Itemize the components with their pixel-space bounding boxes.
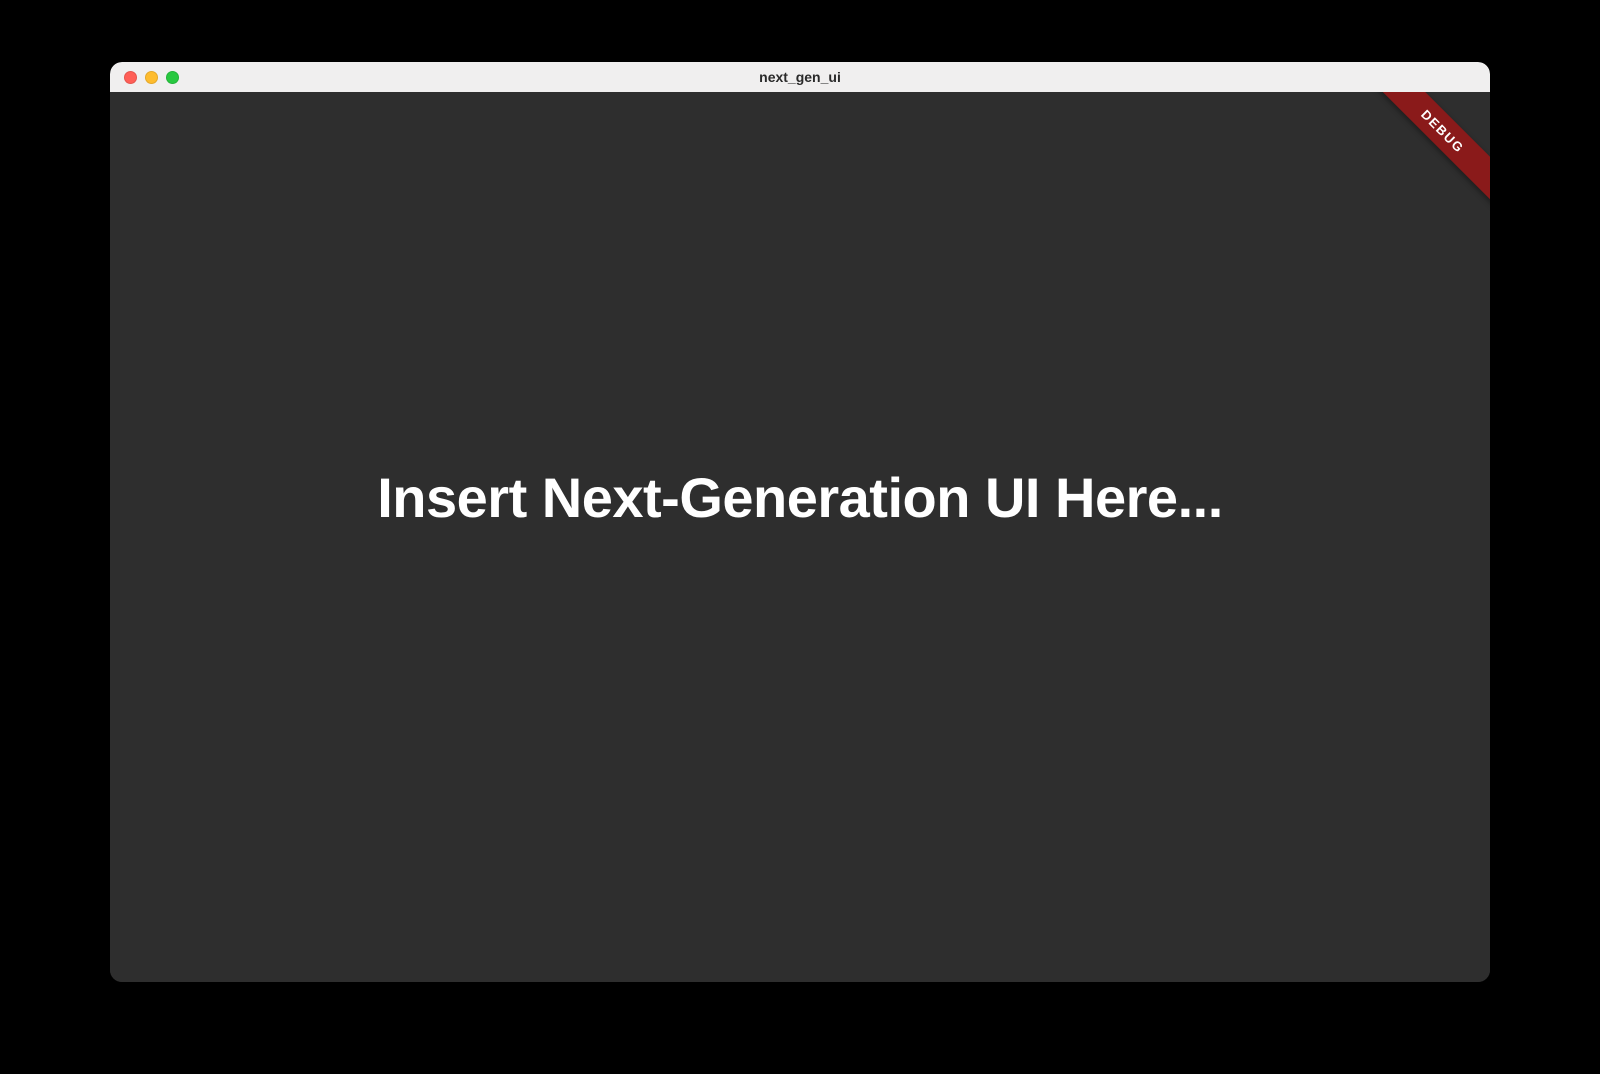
window-content: Insert Next-Generation UI Here...	[110, 92, 1490, 982]
titlebar: next_gen_ui	[110, 62, 1490, 92]
close-button[interactable]	[124, 71, 137, 84]
minimize-button[interactable]	[145, 71, 158, 84]
maximize-button[interactable]	[166, 71, 179, 84]
window-controls	[110, 71, 179, 84]
placeholder-label: Insert Next-Generation UI Here...	[377, 465, 1223, 530]
window-title: next_gen_ui	[110, 69, 1490, 85]
app-window: next_gen_ui Insert Next-Generation UI He…	[110, 62, 1490, 982]
